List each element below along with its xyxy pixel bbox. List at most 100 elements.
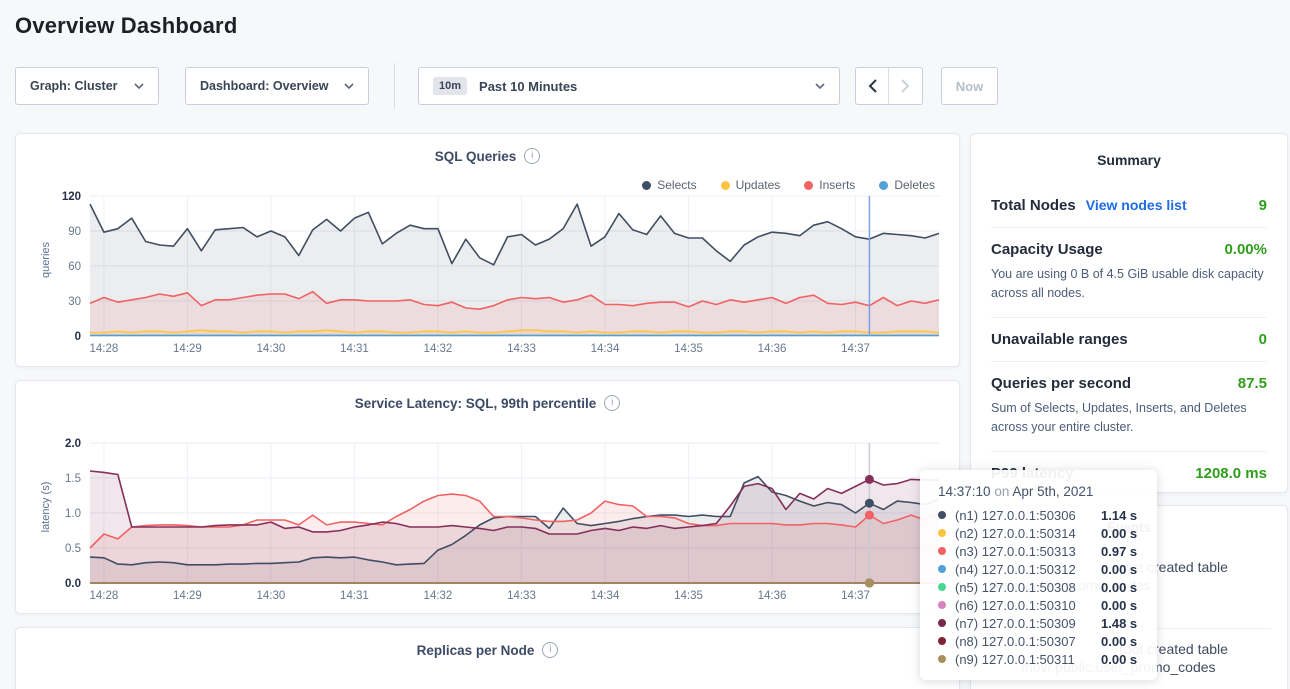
svg-text:14:30: 14:30: [257, 590, 286, 602]
capacity-usage-label: Capacity Usage: [991, 241, 1103, 258]
latency-value: 0.00 s: [1101, 598, 1137, 613]
service-latency-plot-area[interactable]: 0.0 0.5 1.0 1.5 2.0 14:28 14:29 14:30 14:31 14:32…: [34, 437, 945, 605]
chart-title-service-latency: Service Latency: SQL, 99th percentile: [355, 396, 597, 411]
series-color-dot: [938, 655, 946, 663]
p99-latency-value: 1208.0 ms: [1195, 465, 1267, 482]
svg-text:14:32: 14:32: [424, 343, 453, 355]
chevron-down-icon: [815, 83, 825, 89]
series-color-dot: [938, 529, 946, 537]
sql-queries-chart-card: SQL Queriesi SelectsUpdatesInsertsDelete…: [15, 133, 960, 367]
now-button[interactable]: Now: [941, 67, 998, 105]
svg-text:14:29: 14:29: [173, 343, 202, 355]
summary-title: Summary: [991, 134, 1267, 168]
svg-text:14:34: 14:34: [591, 343, 620, 355]
tooltip-row: (n7) 127.0.0.1:503091.48 s: [938, 614, 1143, 632]
latency-value: 1.14 s: [1101, 508, 1137, 523]
svg-text:0.0: 0.0: [65, 578, 81, 590]
chevron-left-icon: [868, 79, 877, 93]
latency-value: 0.00 s: [1101, 634, 1137, 649]
svg-text:120: 120: [62, 191, 81, 203]
tooltip-row: (n2) 127.0.0.1:503140.00 s: [938, 524, 1143, 542]
svg-text:14:28: 14:28: [90, 590, 119, 602]
legend-dot: [642, 181, 651, 190]
time-nav-group: [855, 67, 923, 105]
replicas-per-node-chart-card: Replicas per Nodei: [15, 627, 960, 689]
chevron-down-icon: [134, 83, 144, 89]
queries-per-second-label: Queries per second: [991, 375, 1131, 392]
queries-per-second-value: 87.5: [1238, 375, 1267, 392]
time-prev-button[interactable]: [856, 68, 889, 104]
node-address: (n4) 127.0.0.1:50312: [955, 562, 1101, 577]
svg-text:14:31: 14:31: [340, 590, 369, 602]
node-address: (n5) 127.0.0.1:50308: [955, 580, 1101, 595]
highlight-dot: [865, 579, 874, 588]
svg-text:14:37: 14:37: [841, 590, 870, 602]
latency-value: 0.00 s: [1101, 562, 1137, 577]
summary-row-queries-per-second: Queries per second 87.5 Sum of Selects, …: [991, 362, 1267, 451]
svg-text:14:36: 14:36: [758, 343, 787, 355]
summary-row-unavailable-ranges: Unavailable ranges 0: [991, 318, 1267, 361]
tooltip-timestamp: 14:37:10 on Apr 5th, 2021: [938, 484, 1143, 499]
svg-text:60: 60: [68, 261, 81, 273]
tooltip-row: (n4) 127.0.0.1:503120.00 s: [938, 560, 1143, 578]
total-nodes-label: Total Nodes: [991, 197, 1076, 214]
info-icon[interactable]: i: [524, 148, 540, 164]
svg-text:14:30: 14:30: [257, 343, 286, 355]
page-title: Overview Dashboard: [15, 13, 237, 39]
svg-text:14:36: 14:36: [758, 590, 787, 602]
svg-text:14:35: 14:35: [674, 590, 703, 602]
svg-text:14:29: 14:29: [173, 590, 202, 602]
series-color-dot: [938, 547, 946, 555]
latency-value: 0.00 s: [1101, 580, 1137, 595]
tooltip-row: (n8) 127.0.0.1:503070.00 s: [938, 632, 1143, 650]
graph-dropdown[interactable]: Graph: Cluster: [15, 67, 159, 105]
latency-value: 0.97 s: [1101, 544, 1137, 559]
series-color-dot: [938, 583, 946, 591]
svg-text:30: 30: [68, 296, 81, 308]
dashboard-dropdown[interactable]: Dashboard: Overview: [185, 67, 369, 105]
chart-title-sql-queries: SQL Queries: [435, 149, 517, 164]
svg-text:14:37: 14:37: [841, 343, 870, 355]
summary-row-capacity-usage: Capacity Usage 0.00% You are using 0 B o…: [991, 228, 1267, 317]
sql-queries-plot-area[interactable]: 030609012014:2814:2914:3014:3114:3214:33…: [34, 190, 945, 358]
tooltip-row: (n3) 127.0.0.1:503130.97 s: [938, 542, 1143, 560]
svg-text:14:33: 14:33: [507, 590, 536, 602]
series-color-dot: [938, 619, 946, 627]
info-icon[interactable]: i: [604, 395, 620, 411]
chevron-right-icon: [901, 79, 910, 93]
svg-text:2.0: 2.0: [65, 438, 81, 450]
toolbar: Graph: Cluster Dashboard: Overview 10m P…: [0, 67, 1290, 107]
chevron-down-icon: [344, 83, 354, 89]
node-address: (n6) 127.0.0.1:50310: [955, 598, 1101, 613]
legend-dot: [879, 181, 888, 190]
time-next-button[interactable]: [889, 68, 922, 104]
svg-text:1.5: 1.5: [65, 473, 81, 485]
tooltip-row: (n9) 127.0.0.1:503110.00 s: [938, 650, 1143, 668]
node-address: (n2) 127.0.0.1:50314: [955, 526, 1101, 541]
svg-text:14:32: 14:32: [424, 590, 453, 602]
svg-text:14:28: 14:28: [90, 343, 119, 355]
dashboard-dropdown-label: Dashboard: Overview: [200, 79, 329, 93]
chart-tooltip: 14:37:10 on Apr 5th, 2021 (n1) 127.0.0.1…: [920, 470, 1157, 680]
view-nodes-list-link[interactable]: View nodes list: [1086, 197, 1187, 213]
svg-text:14:31: 14:31: [340, 343, 369, 355]
legend-dot: [721, 181, 730, 190]
total-nodes-value: 9: [1259, 197, 1267, 214]
node-address: (n7) 127.0.0.1:50309: [955, 616, 1101, 631]
node-address: (n9) 127.0.0.1:50311: [955, 652, 1101, 667]
svg-text:90: 90: [68, 226, 81, 238]
time-range-selector[interactable]: 10m Past 10 Minutes: [418, 67, 840, 105]
latency-value: 1.48 s: [1101, 616, 1137, 631]
highlight-dot: [865, 511, 874, 520]
svg-text:14:34: 14:34: [591, 590, 620, 602]
queries-per-second-description: Sum of Selects, Updates, Inserts, and De…: [991, 399, 1267, 438]
highlight-dot: [865, 499, 874, 508]
info-icon[interactable]: i: [542, 642, 558, 658]
toolbar-divider: [394, 63, 395, 109]
svg-text:0.5: 0.5: [65, 543, 81, 555]
series-color-dot: [938, 511, 946, 519]
graph-dropdown-label: Graph: Cluster: [30, 79, 118, 93]
svg-text:1.0: 1.0: [65, 508, 81, 520]
chart-canvas: 030609012014:2814:2914:3014:3114:3214:33…: [34, 190, 945, 358]
series-color-dot: [938, 637, 946, 645]
